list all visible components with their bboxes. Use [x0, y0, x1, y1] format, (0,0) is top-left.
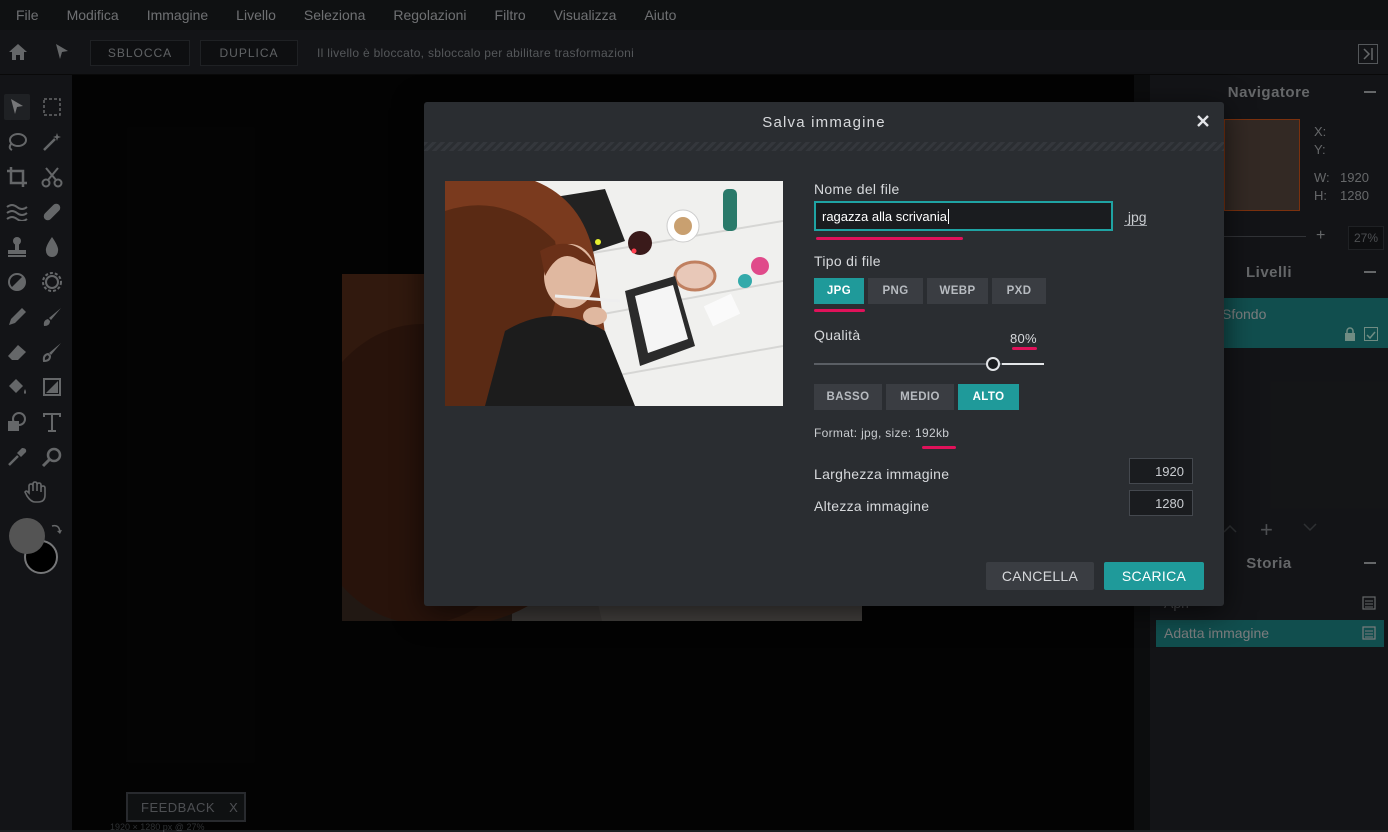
- filename-value: ragazza alla scrivania: [822, 208, 948, 224]
- save-image-dialog: Salva immagine Nome del file ragazza all…: [424, 102, 1224, 606]
- filename-underline-annotation: [816, 237, 963, 240]
- image-preview: [445, 181, 783, 406]
- quality-slider-fill: [1002, 363, 1044, 365]
- file-extension: .jpg: [1124, 209, 1147, 226]
- download-button[interactable]: SCARICA: [1104, 562, 1204, 590]
- quality-underline-annotation: [1012, 347, 1037, 350]
- dialog-header-divider: [424, 142, 1224, 151]
- quality-low-button[interactable]: BASSO: [814, 384, 882, 410]
- width-label: Larghezza immagine: [814, 466, 950, 482]
- dialog-title: Salva immagine: [762, 113, 886, 131]
- filetype-png-button[interactable]: PNG: [868, 278, 923, 304]
- filename-input[interactable]: ragazza alla scrivania: [814, 201, 1113, 231]
- text-caret: [948, 208, 950, 224]
- filetype-underline-annotation: [814, 309, 865, 312]
- quality-slider-handle[interactable]: [986, 357, 1000, 371]
- filetype-webp-button[interactable]: WEBP: [927, 278, 988, 304]
- filetype-jpg-button[interactable]: JPG: [814, 278, 864, 304]
- height-input[interactable]: 1280: [1129, 490, 1193, 516]
- close-icon[interactable]: [1194, 112, 1212, 130]
- cancel-button[interactable]: CANCELLA: [986, 562, 1094, 590]
- quality-label: Qualità: [814, 327, 861, 343]
- quality-high-button[interactable]: ALTO: [958, 384, 1019, 410]
- quality-value: 80%: [1010, 331, 1037, 346]
- height-label: Altezza immagine: [814, 498, 930, 514]
- format-size-info: Format: jpg, size: 192kb: [814, 426, 950, 440]
- size-underline-annotation: [922, 446, 956, 449]
- quality-medium-button[interactable]: MEDIO: [886, 384, 954, 410]
- filename-label: Nome del file: [814, 181, 900, 197]
- filetype-pxd-button[interactable]: PXD: [992, 278, 1046, 304]
- filetype-label: Tipo di file: [814, 253, 881, 269]
- width-input[interactable]: 1920: [1129, 458, 1193, 484]
